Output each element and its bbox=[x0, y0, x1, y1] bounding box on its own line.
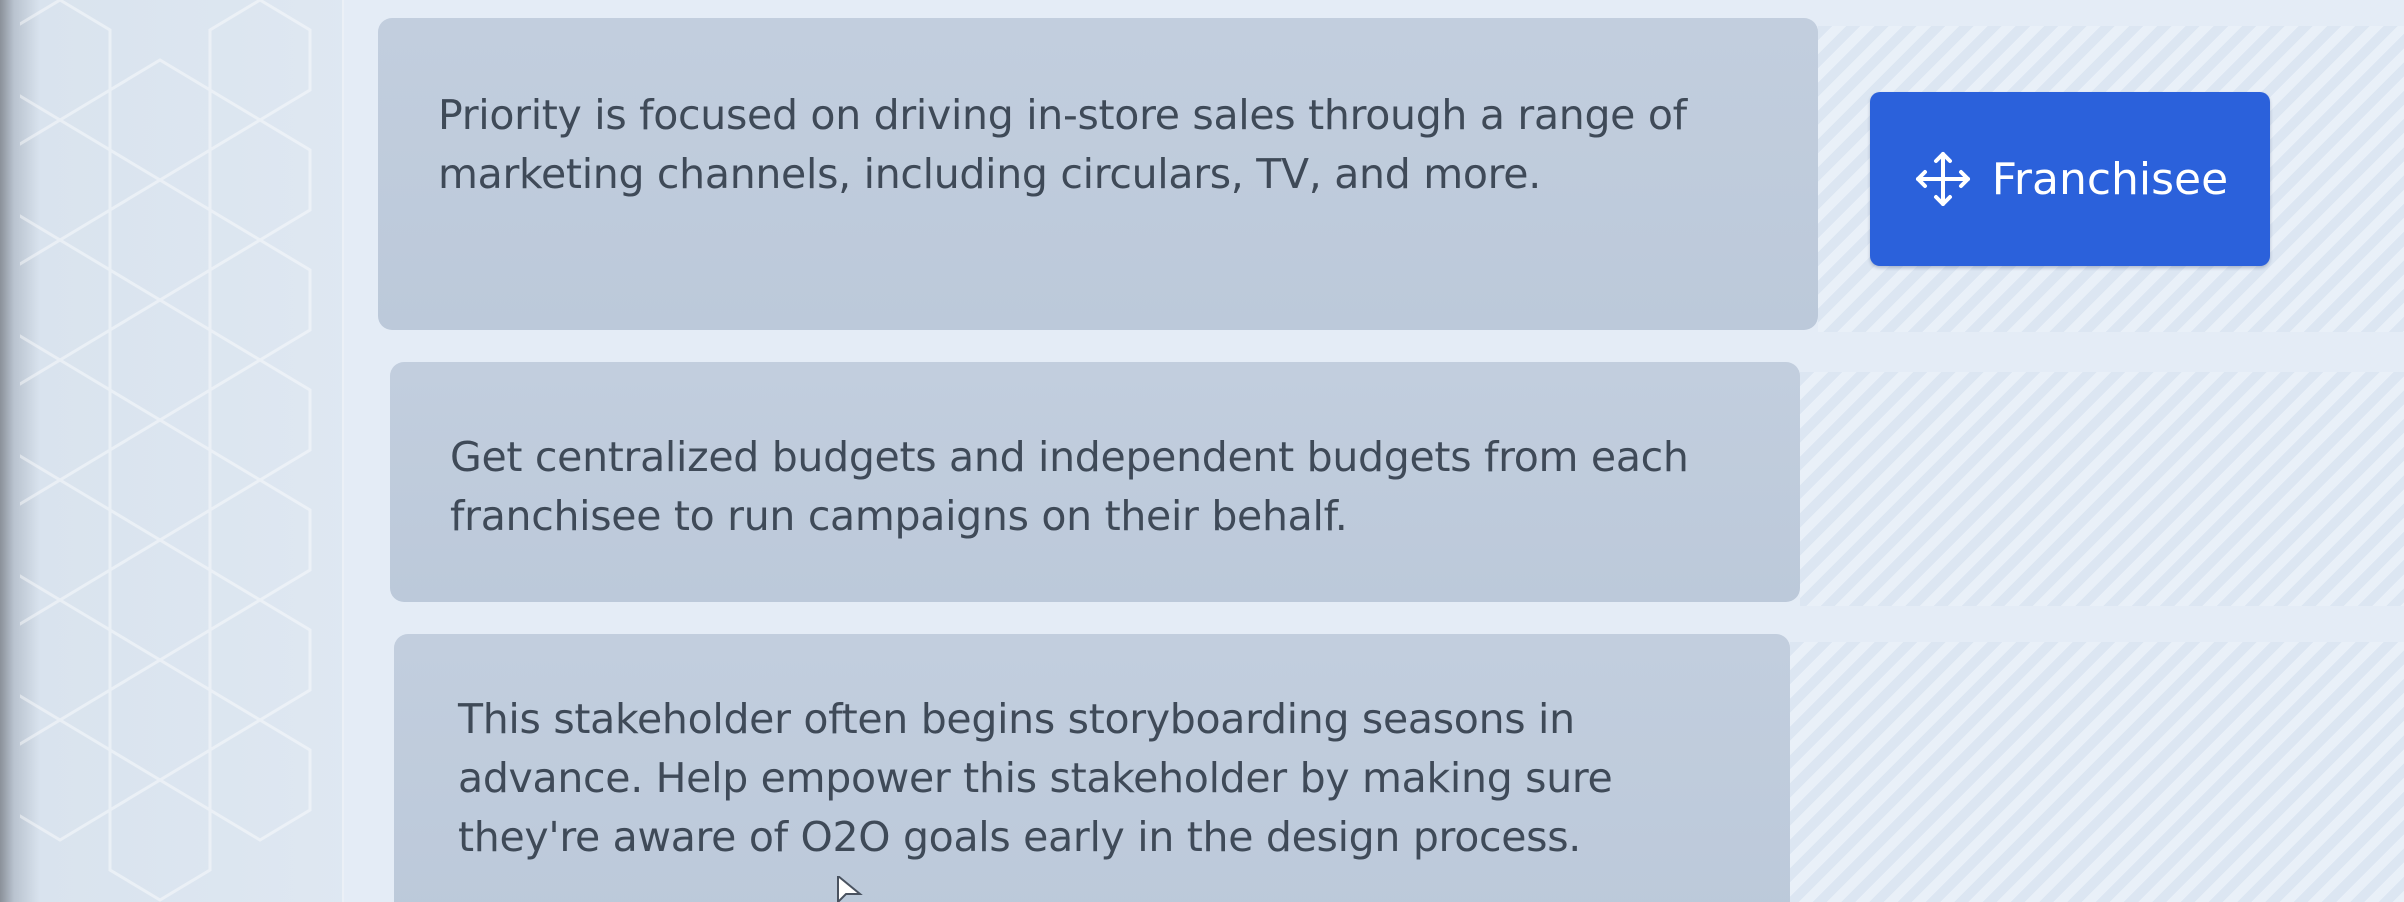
statement-line: This stakeholder often begins storyboard… bbox=[458, 695, 1575, 743]
statement-line: advance. Help empower this stakeholder b… bbox=[458, 754, 1613, 802]
franchisee-chip-label: Franchisee bbox=[1991, 153, 2229, 205]
statement-text-1: Priority is focused on driving in-store … bbox=[438, 86, 1778, 204]
hexagon-pattern bbox=[20, 0, 312, 902]
franchisee-answer-chip[interactable]: Franchisee bbox=[1870, 92, 2270, 266]
statement-line: Get centralized budgets and independent … bbox=[450, 433, 1689, 481]
drop-zone-2[interactable] bbox=[1800, 372, 2404, 606]
statement-line: they're aware of O2O goals early in the … bbox=[458, 813, 1582, 861]
move-arrows-icon bbox=[1912, 148, 1974, 210]
statement-text-3: This stakeholder often begins storyboard… bbox=[458, 690, 1758, 867]
drop-zone-3[interactable] bbox=[1790, 642, 2404, 902]
statement-line: marketing channels, including circulars,… bbox=[438, 150, 1541, 198]
statement-line: franchisee to run campaigns on their beh… bbox=[450, 492, 1348, 540]
statement-text-2: Get centralized budgets and independent … bbox=[450, 428, 1770, 546]
mouse-pointer-icon bbox=[837, 876, 863, 902]
statement-line: Priority is focused on driving in-store … bbox=[438, 91, 1687, 139]
